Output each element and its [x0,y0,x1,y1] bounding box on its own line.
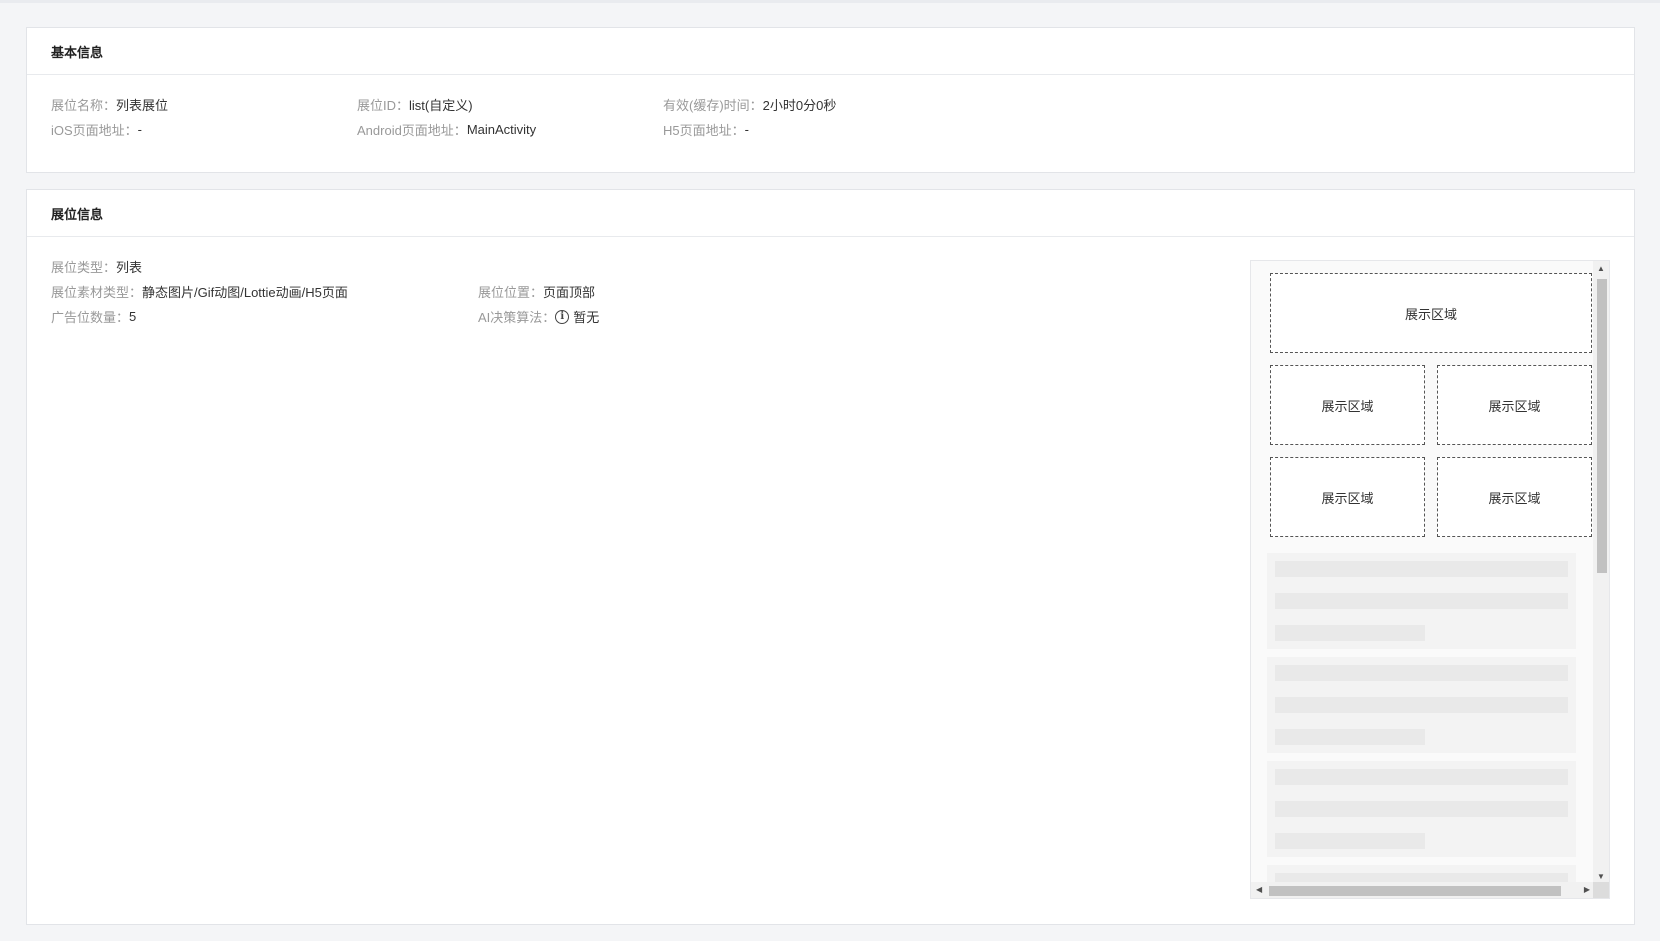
field-value: 静态图片/Gif动图/Lottie动画/H5页面 [142,285,348,300]
scroll-left-arrow-icon[interactable]: ◀ [1256,886,1262,894]
horizontal-scrollbar[interactable]: ◀ ▶ [1251,882,1595,898]
field-label: 展位位置： [478,285,544,300]
info-circle-icon[interactable]: i [555,309,570,324]
field-slot-position: 展位位置： 页面顶部 [478,282,595,301]
field-label: AI决策算法： [478,310,556,325]
placeholder-line [1275,801,1568,817]
placeholder-line [1275,665,1568,681]
horizontal-scroll-thumb[interactable] [1269,886,1561,896]
placeholder-line [1275,593,1568,609]
field-label: 有效(缓存)时间： [663,98,763,113]
field-android-page: Android页面地址： MainActivity [357,120,536,139]
display-area: 展示区域 [1270,457,1425,537]
field-value: 5 [129,309,137,324]
field-label: 展位名称： [51,98,117,113]
placeholder-card [1267,657,1576,753]
vertical-scrollbar[interactable]: ▲ ▼ [1593,261,1609,884]
basic-info-card: 基本信息 展位名称： 列表展位 展位ID： list(自定义) 有效(缓存)时间… [26,27,1635,173]
field-slot-type: 展位类型： 列表 [51,257,142,276]
basic-info-title: 基本信息 [51,44,104,60]
scroll-up-arrow-icon[interactable]: ▲ [1597,265,1605,273]
field-label: iOS页面地址： [51,123,138,138]
placeholder-line [1275,769,1568,785]
field-ios-page: iOS页面地址： - [51,120,142,139]
scroll-right-arrow-icon[interactable]: ▶ [1584,886,1590,894]
field-label: 展位类型： [51,260,117,275]
field-ad-count: 广告位数量： 5 [51,307,136,326]
page: 基本信息 展位名称： 列表展位 展位ID： list(自定义) 有效(缓存)时间… [0,0,1660,941]
slot-info-header: 展位信息 [27,190,1634,237]
slot-info-title: 展位信息 [51,206,104,222]
field-material-type: 展位素材类型： 静态图片/Gif动图/Lottie动画/H5页面 [51,282,348,301]
field-value: list(自定义) [409,98,473,113]
display-area: 展示区域 [1270,273,1592,353]
field-slot-name: 展位名称： 列表展位 [51,95,168,114]
slot-preview-panel[interactable]: 展示区域 展示区域 展示区域 展示区域 展示区域 ▲ ▼ ◀ ▶ [1250,260,1610,899]
top-divider [0,0,1660,3]
placeholder-card [1267,553,1576,649]
field-value: 页面顶部 [543,285,596,300]
field-label: H5页面地址： [663,123,745,138]
field-cache-time: 有效(缓存)时间： 2小时0分0秒 [663,95,836,114]
field-value: 暂无 [573,310,600,325]
field-label: 展位ID： [357,98,410,113]
display-area: 展示区域 [1437,365,1592,445]
field-slot-id: 展位ID： list(自定义) [357,95,473,114]
placeholder-line [1275,561,1568,577]
field-label: 广告位数量： [51,310,130,325]
scrollbar-corner [1593,882,1609,898]
field-value: 2小时0分0秒 [762,98,837,113]
vertical-scroll-thumb[interactable] [1597,279,1607,573]
field-value: MainActivity [466,122,537,137]
display-area: 展示区域 [1270,365,1425,445]
field-ai-algorithm: AI决策算法： i 暂无 [478,307,599,326]
placeholder-line [1275,833,1425,849]
scroll-down-arrow-icon[interactable]: ▼ [1597,873,1605,881]
placeholder-line [1275,625,1425,641]
field-label: 展位素材类型： [51,285,143,300]
basic-info-header: 基本信息 [27,28,1634,75]
display-area: 展示区域 [1437,457,1592,537]
placeholder-line [1275,729,1425,745]
field-label: Android页面地址： [357,123,467,138]
field-value: 列表 [116,260,143,275]
field-value: - [137,122,143,137]
placeholder-card [1267,761,1576,857]
field-h5-page: H5页面地址： - [663,120,749,139]
field-value: 列表展位 [116,98,169,113]
placeholder-line [1275,697,1568,713]
field-value: - [744,122,749,137]
